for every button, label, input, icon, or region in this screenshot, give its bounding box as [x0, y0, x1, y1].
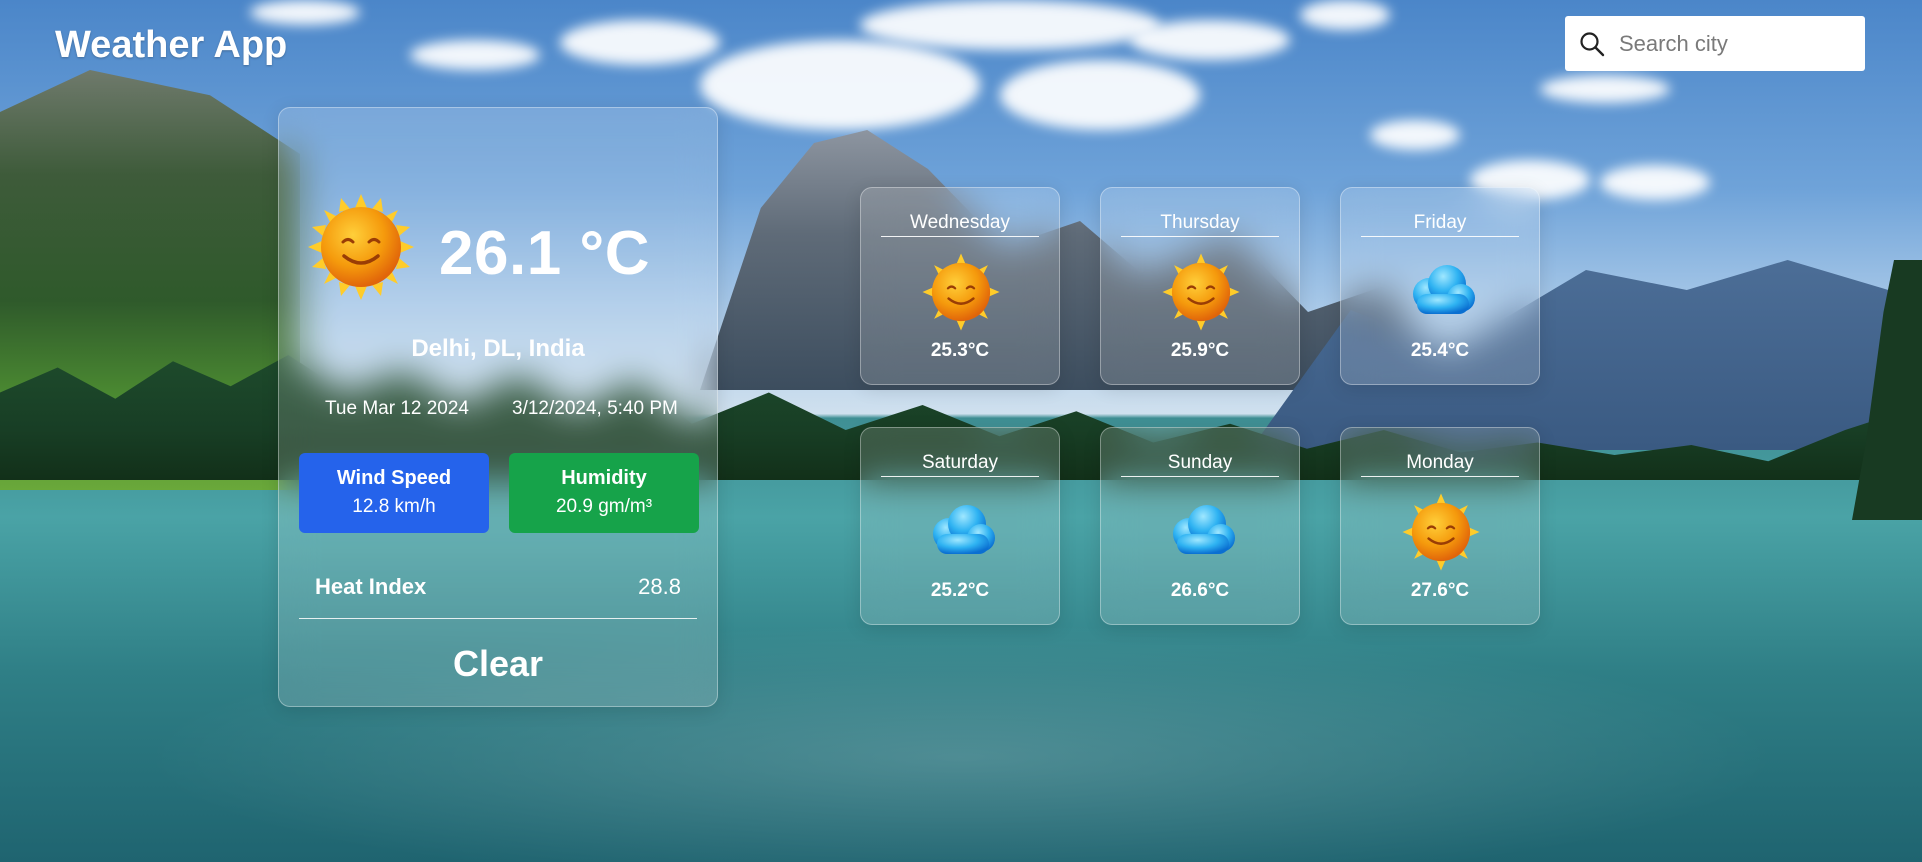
wind-speed-tile: Wind Speed 12.8 km/h: [299, 453, 489, 533]
search-icon[interactable]: [1577, 29, 1607, 59]
location-label: Delhi, DL, India: [411, 335, 585, 362]
heat-index-value: 28.8: [638, 574, 681, 599]
forecast-card: Monday 27.6°C: [1340, 427, 1540, 625]
forecast-temp: 25.9°C: [1170, 340, 1230, 361]
forecast-card: Saturday 25.2°C: [860, 427, 1060, 625]
forecast-card: Friday 25.4°C: [1340, 187, 1540, 385]
search-bar[interactable]: [1565, 16, 1865, 71]
sun-icon: [921, 252, 1001, 332]
sun-icon: [306, 192, 416, 302]
forecast-card: Sunday 26.6°C: [1100, 427, 1300, 625]
forecast-temp: 25.2°C: [930, 580, 990, 601]
forecast-temp: 26.6°C: [1170, 580, 1230, 601]
search-input[interactable]: [1617, 29, 1851, 58]
wind-speed-label: Wind Speed: [336, 467, 452, 489]
current-date: Tue Mar 12 2024: [325, 398, 469, 419]
current-datetime: 3/12/2024, 5:40 PM: [512, 398, 678, 419]
sun-icon: [1401, 492, 1481, 572]
weather-condition: Clear: [452, 643, 544, 684]
forecast-day: Thursday: [1121, 212, 1279, 237]
humidity-label: Humidity: [561, 467, 647, 489]
forecast-card: Wednesday 25.3°C: [860, 187, 1060, 385]
current-temperature: 26.1 °C: [439, 219, 650, 288]
forecast-temp: 25.4°C: [1410, 340, 1470, 361]
humidity-value: 20.9 gm/m³: [555, 496, 653, 517]
forecast-day: Monday: [1361, 452, 1519, 477]
forecast-day: Saturday: [881, 452, 1039, 477]
heat-index-label: Heat Index: [315, 574, 427, 599]
forecast-day: Friday: [1361, 212, 1519, 237]
cloud-icon: [1161, 492, 1241, 572]
forecast-temp: 25.3°C: [930, 340, 990, 361]
forecast-temp: 27.6°C: [1410, 580, 1470, 601]
forecast-card: Thursday 25.9°C: [1100, 187, 1300, 385]
cloud-icon: [921, 492, 1001, 572]
cloud-icon: [1401, 252, 1481, 332]
humidity-tile: Humidity 20.9 gm/m³: [509, 453, 699, 533]
forecast-day: Sunday: [1121, 452, 1279, 477]
forecast-day: Wednesday: [881, 212, 1039, 237]
sun-icon: [1161, 252, 1241, 332]
divider: [299, 618, 697, 619]
wind-speed-value: 12.8 km/h: [352, 496, 436, 517]
app-title: Weather App: [55, 24, 288, 66]
current-weather-card: 26.1 °C Delhi, DL, India Tue Mar 12 2024…: [278, 107, 718, 707]
